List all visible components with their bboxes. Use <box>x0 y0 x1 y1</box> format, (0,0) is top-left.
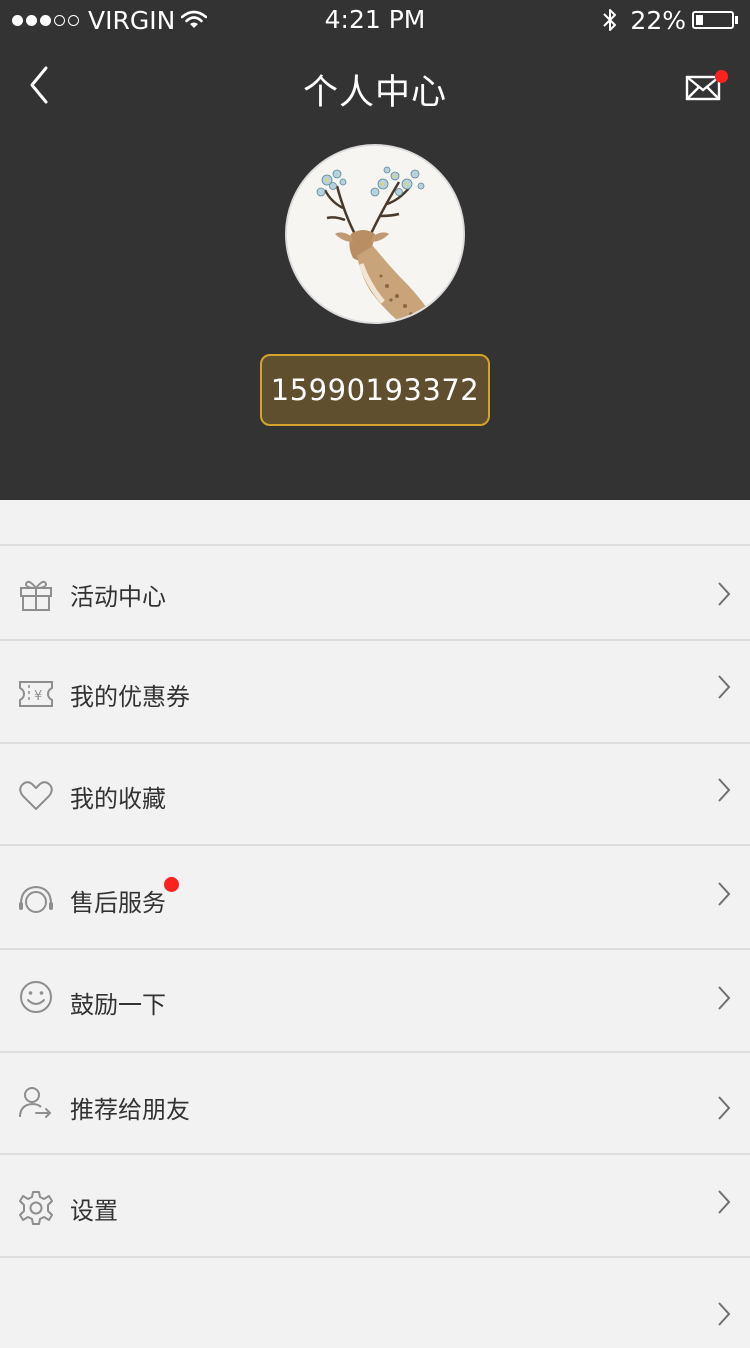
menu-item-label: 鼓励一下 <box>70 991 166 1019</box>
menu-item-label: 我的优惠券 <box>70 683 190 711</box>
heart-icon <box>19 781 53 810</box>
user-share-icon <box>19 1087 52 1118</box>
gift-icon <box>20 580 52 611</box>
profile-header: VIRGIN 4:21 PM 22% 个人中心 15990193372 <box>0 0 750 500</box>
menu-item-recommend-to-friends[interactable]: 推荐给朋友 <box>0 1053 750 1155</box>
menu-item-my-favorites[interactable]: 我的收藏 <box>0 744 750 846</box>
gear-icon <box>19 1191 53 1225</box>
menu-item-settings[interactable]: 设置 <box>0 1155 750 1258</box>
menu-item-label: 活动中心 <box>70 583 166 611</box>
chevron-right-icon <box>718 1190 731 1214</box>
battery-percent: 22% <box>630 5 686 35</box>
mail-notification-dot <box>715 70 728 83</box>
status-bar: VIRGIN 4:21 PM 22% <box>0 0 750 40</box>
nav-bar: 个人中心 <box>0 40 750 130</box>
svg-text:¥: ¥ <box>34 689 42 704</box>
status-right: 22% <box>602 5 738 35</box>
chevron-right-icon <box>718 582 731 606</box>
coupon-icon: ¥ <box>19 681 53 707</box>
menu-item-my-coupons[interactable]: ¥ 我的优惠券 <box>0 641 750 744</box>
battery-fill <box>696 15 703 25</box>
deer-illustration <box>287 146 463 322</box>
menu-item-label: 售后服务 <box>70 889 166 917</box>
chevron-right-icon <box>718 675 731 699</box>
headset-icon <box>19 885 53 913</box>
bluetooth-icon <box>603 9 617 31</box>
chevron-right-icon <box>718 778 731 802</box>
menu-item-empty[interactable] <box>0 1258 750 1348</box>
smile-icon <box>20 981 52 1013</box>
menu-item-after-sales[interactable]: 售后服务 <box>0 846 750 950</box>
avatar[interactable] <box>285 144 465 324</box>
menu-item-encourage[interactable]: 鼓励一下 <box>0 950 750 1053</box>
menu-item-label: 我的收藏 <box>70 785 166 813</box>
menu-item-label: 推荐给朋友 <box>70 1096 190 1124</box>
battery-icon <box>692 11 734 29</box>
page-title: 个人中心 <box>302 73 447 113</box>
menu-item-label: 设置 <box>70 1197 118 1225</box>
chevron-right-icon <box>718 882 731 906</box>
chevron-right-icon <box>718 1096 731 1120</box>
chevron-right-icon <box>718 986 731 1010</box>
after-sales-notification-dot <box>164 877 179 892</box>
phone-number-badge: 15990193372 <box>260 354 490 426</box>
menu-item-activity-center[interactable]: 活动中心 <box>0 546 750 641</box>
battery-tip <box>735 16 738 24</box>
chevron-right-icon <box>718 1302 731 1326</box>
